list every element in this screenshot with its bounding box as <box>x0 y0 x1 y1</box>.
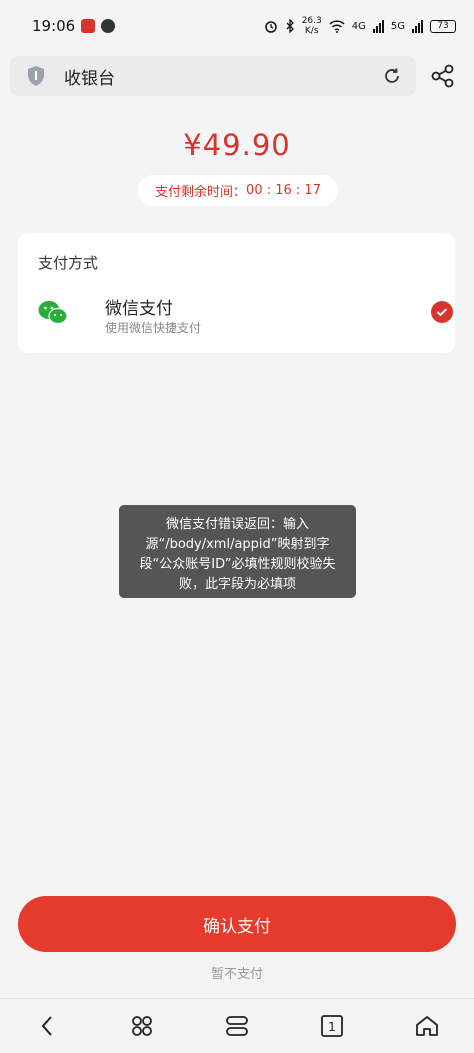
status-bar: 19:06 26.3 K/s 4G 5G 73 <box>0 0 474 52</box>
wifi-icon <box>329 19 345 33</box>
back-arrow-icon <box>42 1016 53 1036</box>
browser-bottom-nav: 1 <box>0 998 474 1053</box>
signal-5g-icon <box>412 19 423 33</box>
battery-level: 73 <box>437 21 449 31</box>
signal-5g-label: 5G <box>390 20 405 32</box>
browser-top-bar: 收银台 <box>10 56 464 96</box>
skip-payment-link[interactable]: 暂不支付 <box>0 963 474 982</box>
share-icon[interactable] <box>430 63 456 89</box>
wechat-pay-icon <box>38 301 68 325</box>
status-bar-right: 26.3 K/s 4G 5G 73 <box>264 16 456 36</box>
payment-option-name: 微信支付 <box>105 299 173 319</box>
payment-method-card: 支付方式 微信支付 使用微信快捷支付 <box>18 233 455 353</box>
network-speed-value: 26.3 <box>301 16 322 26</box>
network-speed: 26.3 K/s <box>302 16 322 36</box>
countdown-value: 00 : 16 : 17 <box>246 183 321 198</box>
refresh-icon[interactable] <box>382 66 402 86</box>
clover-icon <box>132 1016 153 1036</box>
status-bar-left: 19:06 <box>32 17 116 35</box>
countdown-timer: 支付剩余时间： 00 : 16 : 17 <box>138 175 338 206</box>
back-button[interactable] <box>25 1004 69 1048</box>
payment-option-description: 使用微信快捷支付 <box>105 321 202 335</box>
signal-4g-label: 4G <box>351 20 366 32</box>
signal-4g-icon <box>372 19 384 33</box>
tabs-count: 1 <box>328 1020 336 1034</box>
confirm-payment-button[interactable]: 确认支付 <box>18 896 456 952</box>
bluetooth-icon <box>286 19 294 33</box>
apps-button[interactable] <box>120 1004 164 1048</box>
selected-check-icon[interactable] <box>431 301 453 323</box>
menu-icon <box>226 1016 248 1036</box>
payment-amount: ¥49.90 <box>183 128 291 162</box>
shield-icon <box>28 66 44 86</box>
tabs-icon: 1 <box>320 1015 343 1037</box>
tabs-button[interactable]: 1 <box>310 1004 354 1048</box>
home-button[interactable] <box>405 1004 449 1048</box>
countdown-label: 支付剩余时间： <box>155 185 247 200</box>
payment-method-title: 支付方式 <box>38 254 99 272</box>
message-notification-icon <box>101 19 116 33</box>
home-icon <box>415 1016 438 1036</box>
network-speed-unit: K/s <box>304 26 319 36</box>
battery-icon: 73 <box>430 19 456 33</box>
error-toast: 微信支付错误返回：输入源“/body/xml/appid”映射到字段“公众账号I… <box>119 505 356 598</box>
page-title: 收银台 <box>64 68 115 89</box>
address-bar[interactable]: 收银台 <box>10 56 416 96</box>
alarm-icon <box>264 21 277 33</box>
menu-button[interactable] <box>215 1004 259 1048</box>
app-notification-icon <box>81 19 96 33</box>
clock: 19:06 <box>32 17 76 35</box>
payment-option-wechat[interactable]: 微信支付 使用微信快捷支付 <box>36 291 453 341</box>
